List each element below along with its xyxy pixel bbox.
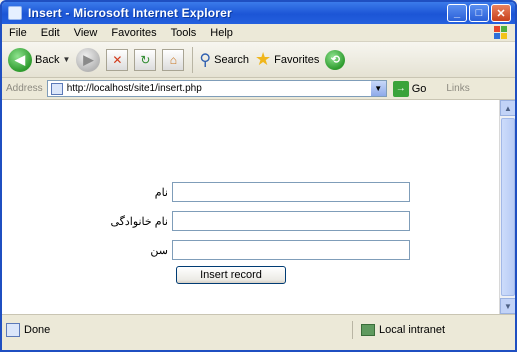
vertical-scrollbar[interactable]: ▲ ▼ — [499, 100, 515, 314]
address-label: Address — [6, 83, 43, 94]
go-arrow-icon: → — [392, 80, 409, 97]
address-dropdown-icon[interactable]: ▼ — [370, 81, 386, 96]
security-zone: Local intranet — [352, 321, 472, 339]
search-button[interactable]: ⚲ Search — [199, 45, 249, 75]
standard-toolbar: ◀ Back ▼ ▶ ✕ ↻ ⌂ ⚲ Search ★ Favorites ⟲ — [2, 42, 515, 78]
status-text: Done — [24, 324, 51, 336]
address-bar: Address http://localhost/site1/insert.ph… — [2, 78, 515, 100]
form-row-age: سن — [92, 240, 410, 260]
forward-arrow-icon: ▶ — [76, 47, 101, 72]
form-row-name: نام — [92, 182, 410, 202]
insert-record-button[interactable]: Insert record — [176, 266, 286, 284]
history-icon: ⟲ — [325, 49, 346, 70]
go-button[interactable]: → Go — [392, 80, 427, 97]
refresh-icon: ↻ — [134, 48, 157, 71]
links-label[interactable]: Links — [446, 83, 469, 94]
favorites-label: Favorites — [274, 53, 320, 66]
page-done-icon — [6, 323, 20, 337]
field-label-family: نام خانوادگی — [110, 215, 168, 228]
chevron-down-icon: ▼ — [62, 55, 71, 64]
menu-favorites[interactable]: Favorites — [104, 27, 163, 39]
home-button[interactable]: ⌂ — [162, 45, 185, 75]
page-content: نام نام خانوادگی سن Insert record — [2, 100, 499, 314]
window-controls: _ □ ✕ — [447, 4, 511, 22]
stop-button[interactable]: ✕ — [106, 45, 129, 75]
forward-button[interactable]: ▶ — [76, 45, 101, 75]
search-label: Search — [214, 53, 249, 66]
windows-flag-icon — [494, 26, 507, 39]
field-label-age: سن — [150, 244, 168, 257]
history-button[interactable]: ⟲ — [325, 45, 346, 75]
menu-help[interactable]: Help — [203, 27, 240, 39]
star-icon: ★ — [254, 49, 272, 69]
menu-view[interactable]: View — [67, 27, 105, 39]
minimize-button[interactable]: _ — [447, 4, 467, 22]
menu-bar: File Edit View Favorites Tools Help — [2, 24, 515, 42]
ie-logo-icon — [8, 6, 22, 20]
menu-edit[interactable]: Edit — [34, 27, 67, 39]
family-input[interactable] — [172, 211, 410, 231]
age-input[interactable] — [172, 240, 410, 260]
scroll-up-icon[interactable]: ▲ — [500, 100, 515, 116]
maximize-button[interactable]: □ — [469, 4, 489, 22]
title-bar: Insert - Microsoft Internet Explorer _ □… — [2, 2, 515, 24]
back-arrow-icon: ◀ — [8, 47, 32, 72]
favorites-button[interactable]: ★ Favorites — [255, 45, 319, 75]
stop-icon: ✕ — [106, 48, 129, 71]
window-title: Insert - Microsoft Internet Explorer — [28, 6, 232, 20]
scroll-thumb[interactable] — [501, 118, 515, 296]
address-input[interactable]: http://localhost/site1/insert.php ▼ — [46, 80, 387, 97]
status-bar: Done Local intranet — [2, 314, 515, 350]
intranet-icon — [361, 324, 375, 336]
scroll-down-icon[interactable]: ▼ — [500, 298, 515, 314]
zone-text: Local intranet — [379, 324, 446, 336]
menu-tools[interactable]: Tools — [164, 27, 204, 39]
page-icon — [50, 82, 63, 95]
back-button[interactable]: ◀ Back ▼ — [8, 45, 70, 75]
menu-file[interactable]: File — [2, 27, 34, 39]
search-icon: ⚲ — [199, 51, 212, 69]
refresh-button[interactable]: ↻ — [134, 45, 157, 75]
status-done: Done — [6, 323, 50, 337]
toolbar-separator — [192, 46, 194, 73]
home-icon: ⌂ — [162, 48, 185, 71]
ie-window: Insert - Microsoft Internet Explorer _ □… — [0, 0, 517, 352]
close-button[interactable]: ✕ — [491, 4, 511, 22]
field-label-name: نام — [154, 186, 168, 199]
go-label: Go — [411, 82, 427, 95]
back-label: Back — [35, 53, 60, 66]
address-url: http://localhost/site1/insert.php — [66, 83, 202, 94]
name-input[interactable] — [172, 182, 410, 202]
form-row-family: نام خانوادگی — [92, 211, 410, 231]
